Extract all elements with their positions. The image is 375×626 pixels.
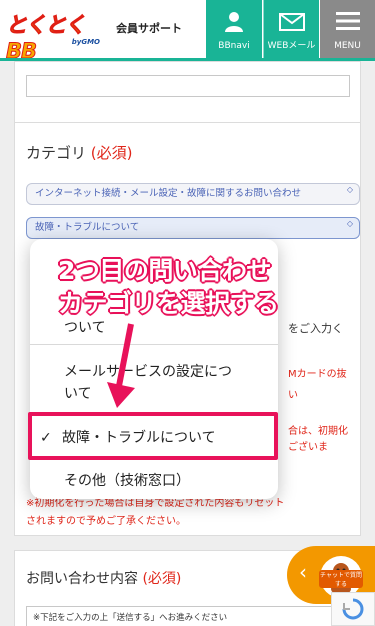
annotation-text: 2つ目の問い合わせ カテゴリを選択する [58, 254, 279, 320]
page-title: 会員サポート [116, 22, 182, 35]
inquiry-notice: ※下記をご入力の上「送信する」へお進みください [26, 606, 360, 626]
category-select-2[interactable]: 故障・トラブルについて ◇ [26, 217, 360, 239]
recaptcha-badge [331, 592, 375, 626]
nav-webmail-button[interactable]: WEBメール [263, 0, 319, 58]
select-arrows-icon: ◇ [346, 219, 353, 228]
inquiry-title-text: お問い合わせ内容 [26, 571, 138, 587]
category-title-text: カテゴリ [26, 144, 87, 162]
inquiry-required-mark: (必須) [142, 571, 182, 587]
tokutoku-bb-logo[interactable]: とくとくBB byGMO [6, 12, 104, 64]
selected-option-highlight [28, 412, 278, 460]
category-select-1[interactable]: インターネット接続・メール設定・故障に関するお問い合わせ ◇ [26, 183, 360, 205]
annotation-arrow-icon [107, 323, 135, 408]
dropdown-option-2-line1: メールサービスの設定につ [64, 364, 232, 380]
hamburger-icon [336, 12, 360, 30]
person-icon [225, 12, 243, 32]
annotation-line-1: 2つ目の問い合わせ [58, 256, 271, 285]
select-arrows-icon: ◇ [346, 185, 353, 194]
chat-label: チャットで質問する [319, 570, 363, 588]
background-text-c: い [288, 390, 298, 401]
mail-icon [279, 13, 305, 31]
background-text-a: をご入力く [288, 322, 343, 335]
annotation-line-2: カテゴリを選択する [58, 289, 279, 318]
category-section-title: カテゴリ (必須) [26, 142, 133, 163]
dropdown-option-2-line2: いて [64, 386, 92, 402]
nav-webmail-label: WEBメール [267, 41, 316, 51]
previous-input-field[interactable] [26, 75, 350, 97]
nav-menu-label: MENU [334, 41, 361, 51]
inquiry-section-title: お問い合わせ内容 (必須) [26, 568, 181, 588]
recaptcha-icon [342, 598, 364, 620]
category-select-2-value: 故障・トラブルについて [35, 222, 140, 233]
nav-bbnavi-button[interactable]: BBnavi [206, 0, 262, 58]
required-mark: (必須) [90, 144, 133, 162]
background-text-e: ございま [288, 442, 328, 453]
category-select-1-value: インターネット接続・メール設定・故障に関するお問い合わせ [35, 188, 302, 199]
background-text-d: 合は、初期化 [288, 426, 348, 437]
site-header: とくとくBB byGMO 会員サポート BBnavi WEBメール MENU [0, 0, 375, 64]
nav-menu-button[interactable]: MENU [320, 0, 375, 58]
background-text-b: Mカードの抜 [288, 369, 347, 380]
chevron-left-icon: ‹ [299, 560, 307, 584]
logo-sub-text: byGMO [71, 38, 100, 46]
option-separator [30, 344, 278, 345]
nav-bbnavi-label: BBnavi [218, 41, 250, 51]
warning-text-2: されますので予めご了承ください。 [26, 516, 186, 527]
dropdown-option-2[interactable]: メールサービスの設定につ いて [30, 361, 278, 405]
dropdown-option-1[interactable]: ついて [30, 317, 278, 337]
dropdown-option-4[interactable]: その他（技術窓口） [30, 470, 278, 490]
section-divider [14, 122, 361, 123]
